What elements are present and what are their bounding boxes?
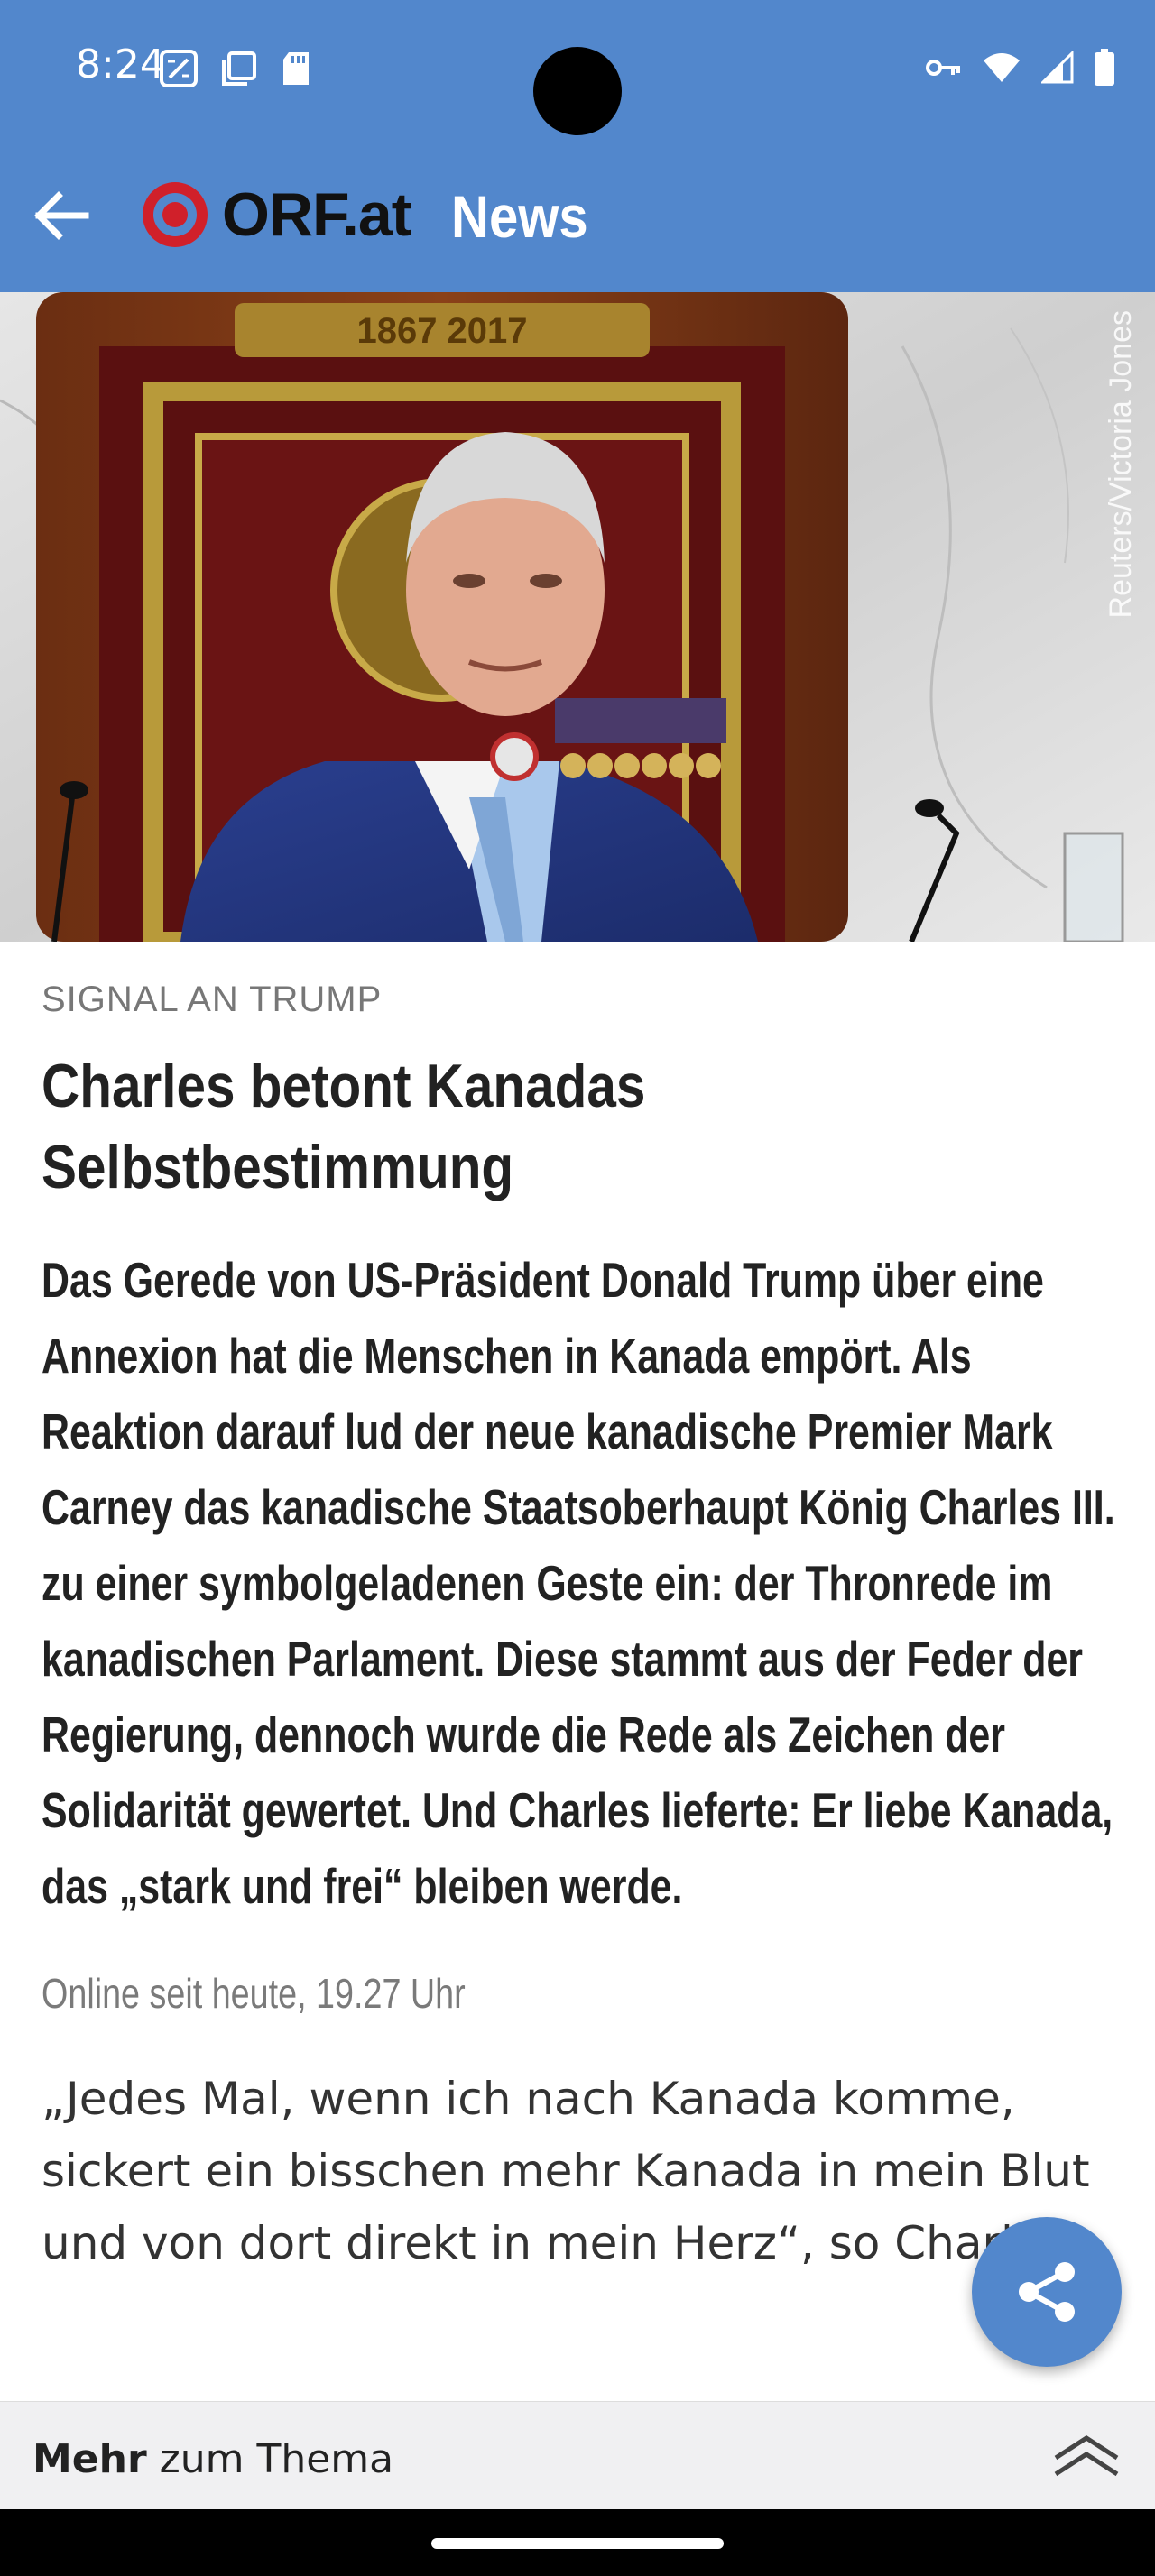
- battery-icon: [1095, 49, 1114, 86]
- back-button[interactable]: [27, 182, 94, 249]
- app-bar: ORF.at News: [0, 135, 1155, 292]
- logo-text: ORF.at: [222, 180, 411, 249]
- article-kicker: SIGNAL AN TRUMP: [42, 980, 383, 1019]
- more-on-topic-bar[interactable]: Mehr zum Thema: [0, 2401, 1155, 2510]
- article-headline: Charles betont Kanadas Selbstbestimmung: [42, 1052, 646, 1201]
- photo-credit: Reuters/Victoria Jones: [1104, 310, 1138, 619]
- copy-icon: [222, 51, 256, 86]
- status-icons-right: [926, 49, 1115, 87]
- arrow-left-icon: [34, 191, 89, 240]
- status-time: 8:24: [76, 41, 165, 87]
- section-title: News: [451, 183, 588, 250]
- double-chevron-up-icon[interactable]: [1050, 2427, 1123, 2481]
- hero-image: 1867 2017 Reuters/Victoria Jones: [0, 292, 1155, 942]
- share-button[interactable]: [972, 2217, 1122, 2367]
- key-icon: [926, 60, 960, 76]
- article-body: „Jedes Mal, wenn ich nach Kanada komme, …: [42, 2073, 1090, 2269]
- article: SIGNAL AN TRUMP Charles betont Kanadas S…: [42, 942, 1115, 2279]
- system-nav-bar: [0, 2509, 1155, 2576]
- status-bar: 8:24: [0, 0, 1155, 135]
- wifi-icon: [984, 53, 1020, 82]
- more-bold: Mehr: [32, 2436, 147, 2482]
- camera-cutout: [533, 47, 622, 135]
- article-dateline: Online seit heute, 19.27 Uhr: [42, 1970, 466, 2017]
- more-rest: zum Thema: [146, 2436, 394, 2482]
- calculator-icon: [160, 50, 198, 87]
- orf-target-icon: [143, 182, 208, 247]
- signal-icon: [1041, 51, 1074, 84]
- hero-illustration: 1867 2017: [0, 292, 1155, 942]
- orf-logo[interactable]: ORF.at: [139, 179, 411, 251]
- sd-card-icon: [283, 52, 309, 85]
- article-lead: Das Gerede von US-Präsident Donald Trump…: [42, 1252, 1115, 1914]
- share-icon: [1019, 2262, 1075, 2322]
- status-icons-left: [159, 49, 312, 88]
- plaque-text: 1867 2017: [356, 311, 527, 351]
- home-gesture-pill[interactable]: [431, 2538, 724, 2549]
- more-on-topic-label: Mehr zum Thema: [32, 2436, 393, 2482]
